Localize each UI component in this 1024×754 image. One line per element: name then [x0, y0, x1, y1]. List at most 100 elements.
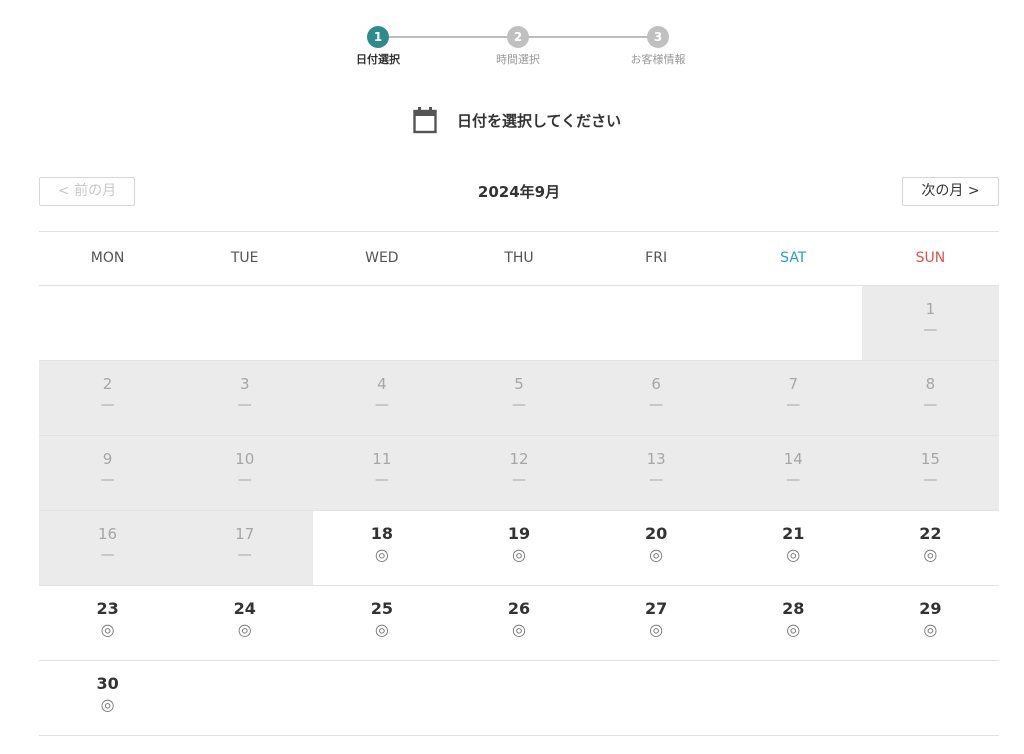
- date-cell-available[interactable]: 28 ◎: [725, 586, 862, 660]
- calendar-grid: MON TUE WED THU FRI SAT SUN 1—2—3—4—5—6—…: [39, 231, 999, 736]
- date-cell-available[interactable]: 25 ◎: [313, 586, 450, 660]
- next-month-button[interactable]: 次の月 >: [902, 177, 999, 206]
- calendar-week-row: 23 ◎ 24 ◎ 25 ◎ 26 ◎ 27 ◎ 28 ◎ 29 ◎: [39, 586, 999, 661]
- date-cell-available[interactable]: 29 ◎: [862, 586, 999, 660]
- date-cell-available[interactable]: 18 ◎: [313, 511, 450, 585]
- unavailable-dash-icon: —: [786, 472, 801, 488]
- weekday-tue: TUE: [230, 250, 259, 266]
- date-cell-unavailable: 7—: [724, 361, 862, 435]
- date-number: 15: [920, 450, 940, 468]
- availability-double-circle-icon: ◎: [923, 620, 938, 639]
- availability-double-circle-icon: ◎: [512, 620, 526, 639]
- date-number: 7: [788, 375, 799, 393]
- date-cell-unavailable: 3—: [176, 361, 314, 435]
- date-number: 25: [370, 599, 393, 618]
- step-number-badge: 2: [507, 26, 529, 48]
- date-cell-unavailable: 11 —: [313, 436, 451, 510]
- date-number: 24: [233, 599, 256, 618]
- date-cell-unavailable: 15 —: [861, 436, 999, 510]
- date-cell-unavailable: 17 —: [176, 511, 314, 585]
- date-cell-available[interactable]: 24 ◎: [176, 586, 313, 660]
- date-cell-available[interactable]: 27 ◎: [588, 586, 725, 660]
- unavailable-dash-icon: —: [923, 397, 938, 413]
- date-number: 21: [782, 524, 805, 543]
- calendar-empty-cell: [724, 286, 862, 360]
- step-label: お客様情報: [630, 53, 686, 66]
- date-number: 30: [96, 674, 119, 693]
- step-date-selection: 1 日付選択: [318, 26, 438, 67]
- date-cell-available[interactable]: 23 ◎: [39, 586, 176, 660]
- unavailable-dash-icon: —: [100, 547, 115, 563]
- date-number: 17: [235, 525, 255, 543]
- date-number: 1: [925, 300, 936, 318]
- date-cell-unavailable: 6—: [587, 361, 725, 435]
- availability-double-circle-icon: ◎: [100, 620, 115, 639]
- date-number: 5: [514, 375, 524, 393]
- date-cell-available[interactable]: 19 ◎: [450, 511, 587, 585]
- step-time-selection: 2 時間選択: [458, 26, 578, 67]
- date-cell-unavailable: 8—: [861, 361, 999, 435]
- date-number: 22: [919, 524, 942, 543]
- date-cell-unavailable: 4—: [313, 361, 451, 435]
- availability-double-circle-icon: ◎: [923, 545, 938, 564]
- unavailable-dash-icon: —: [237, 397, 252, 413]
- calendar-week-row: 2—3—4—5—6—7—8—: [39, 361, 999, 436]
- date-number: 23: [96, 599, 119, 618]
- weekday-mon: MON: [90, 250, 125, 266]
- step-label: 日付選択: [356, 53, 400, 66]
- unavailable-dash-icon: —: [374, 472, 389, 488]
- availability-double-circle-icon: ◎: [786, 620, 801, 639]
- unavailable-dash-icon: —: [511, 472, 526, 488]
- calendar-body: 1—2—3—4—5—6—7—8—9—10—11—12—13—14—15—16—1…: [39, 286, 999, 736]
- unavailable-dash-icon: —: [649, 472, 664, 488]
- step-number-badge: 1: [367, 26, 389, 48]
- weekday-thu: THU: [504, 250, 534, 266]
- availability-double-circle-icon: ◎: [100, 695, 115, 714]
- calendar-week-row: 1—: [39, 286, 999, 361]
- date-cell-available[interactable]: 20 ◎: [588, 511, 725, 585]
- date-cell-unavailable: 2—: [39, 361, 177, 435]
- calendar-empty-cell: [587, 661, 725, 735]
- availability-double-circle-icon: ◎: [649, 545, 664, 564]
- date-number: 14: [783, 450, 803, 468]
- date-cell-available[interactable]: 26 ◎: [450, 586, 587, 660]
- unavailable-dash-icon: —: [923, 322, 938, 338]
- calendar-empty-cell: [176, 286, 314, 360]
- date-number: 13: [646, 450, 666, 468]
- date-number: 28: [782, 599, 805, 618]
- weekday-header: MON TUE WED THU FRI SAT SUN: [39, 231, 999, 286]
- step-customer-info: 3 お客様情報: [598, 26, 718, 67]
- unavailable-dash-icon: —: [786, 397, 801, 413]
- step-number-badge: 3: [647, 26, 669, 48]
- date-number: 3: [239, 375, 250, 393]
- calendar-empty-cell: [861, 661, 999, 735]
- date-cell-unavailable: 9—: [39, 436, 177, 510]
- unavailable-dash-icon: —: [237, 472, 252, 488]
- calendar-week-row: 16 — 17 — 18 ◎ 19 ◎ 20 ◎ 21 ◎ 22 ◎: [39, 511, 999, 586]
- progress-stepper: 1 日付選択 2 時間選択 3 お客様情報: [0, 26, 1024, 76]
- availability-double-circle-icon: ◎: [649, 620, 664, 639]
- calendar-week-row: 9—10—11—12—13—14—15—: [39, 436, 999, 511]
- date-cell-unavailable: 13 —: [587, 436, 725, 510]
- date-cell-available[interactable]: 21 ◎: [725, 511, 862, 585]
- calendar-empty-cell: [313, 661, 451, 735]
- weekday-sun: SUN: [915, 250, 946, 266]
- date-cell-unavailable: 14 —: [724, 436, 862, 510]
- date-number: 19: [507, 524, 531, 543]
- date-number: 11: [372, 450, 392, 468]
- date-cell-available[interactable]: 30 ◎: [39, 661, 176, 735]
- date-cell-unavailable: 5—: [450, 361, 588, 435]
- date-number: 18: [370, 524, 393, 543]
- calendar-empty-cell: [313, 286, 451, 360]
- instruction-heading: 日付を選択してください: [0, 104, 1024, 136]
- date-number: 10: [235, 450, 255, 468]
- weekday-sat: SAT: [780, 250, 807, 266]
- date-cell-available[interactable]: 22 ◎: [862, 511, 999, 585]
- calendar-empty-cell: [450, 286, 588, 360]
- calendar-empty-cell: [39, 286, 177, 360]
- calendar-empty-cell: [176, 661, 314, 735]
- date-number: 4: [377, 375, 387, 393]
- availability-double-circle-icon: ◎: [374, 545, 389, 564]
- weekday-fri: FRI: [645, 250, 668, 266]
- date-number: 29: [919, 599, 942, 618]
